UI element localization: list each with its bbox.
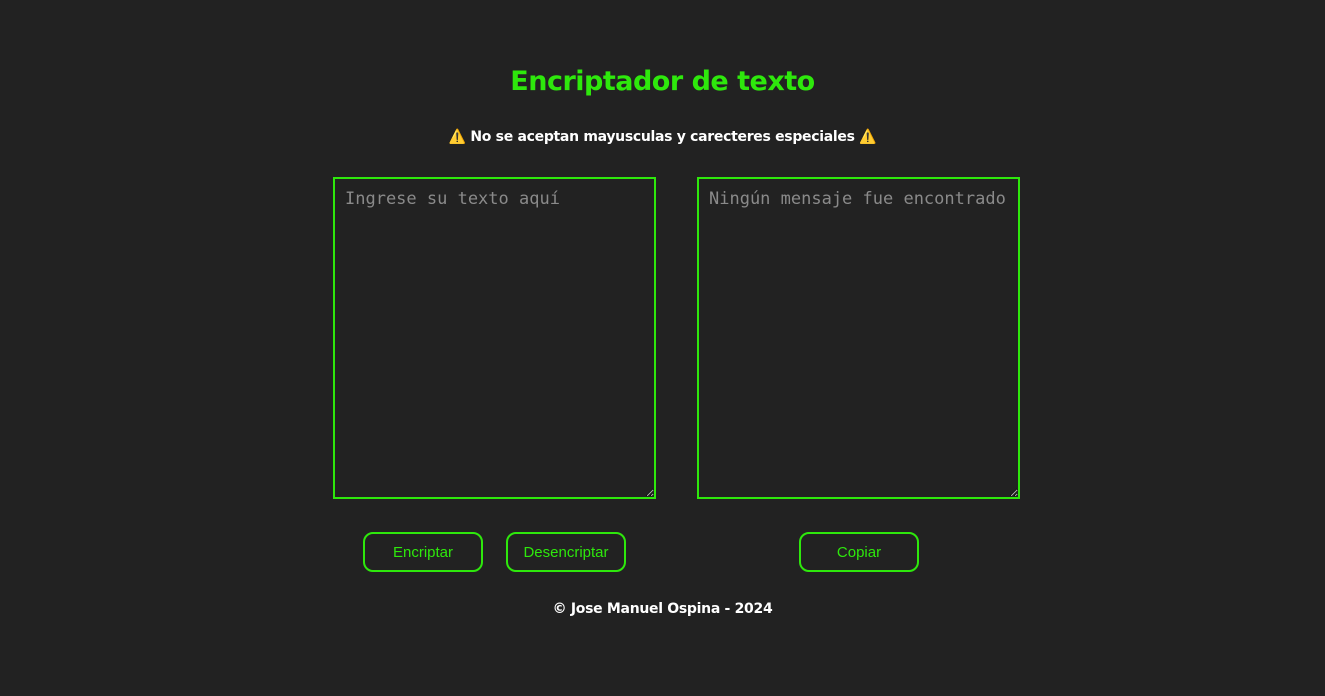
warning-message: ⚠️ No se aceptan mayusculas y carecteres… xyxy=(448,129,877,145)
output-textarea[interactable] xyxy=(697,177,1020,499)
decrypt-button[interactable]: Desencriptar xyxy=(506,532,626,572)
encrypt-button[interactable]: Encriptar xyxy=(363,532,483,572)
footer-copyright: © Jose Manuel Ospina - 2024 xyxy=(552,601,773,617)
copy-button[interactable]: Copiar xyxy=(799,532,919,572)
page-title: Encriptador de texto xyxy=(510,66,815,97)
input-textarea[interactable] xyxy=(333,177,656,499)
